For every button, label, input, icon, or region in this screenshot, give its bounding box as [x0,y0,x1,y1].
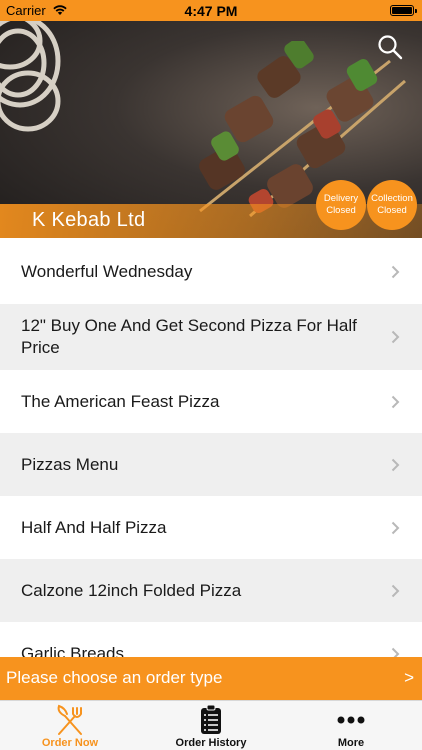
menu-item-label: Garlic Breads [21,643,124,658]
restaurant-banner: K Kebab Ltd Delivery Closed Collection C… [0,21,422,238]
menu-item-calzone-pizza[interactable]: Calzone 12inch Folded Pizza [0,559,422,622]
collection-label: Collection [371,193,413,204]
chevron-right-icon [391,647,400,657]
menu-item-label: Pizzas Menu [21,454,119,474]
chevron-right-icon [391,458,400,471]
order-type-prompt: Please choose an order type [6,668,223,687]
menu-item-garlic-breads[interactable]: Garlic Breads [0,622,422,657]
food-photo [0,21,61,132]
tab-bar: Order Now Order History More [0,700,422,750]
chevron-right-icon [391,395,400,408]
menu-item-half-and-half-pizza[interactable]: Half And Half Pizza [0,496,422,559]
tab-order-history[interactable]: Order History [141,701,281,750]
tab-more-label: More [337,737,365,749]
choose-order-type-bar[interactable]: Please choose an order type > [0,657,422,700]
search-icon [378,35,403,60]
more-dots-icon [337,716,365,724]
menu-item-bogo-pizza[interactable]: 12" Buy One And Get Second Pizza For Hal… [0,304,422,370]
menu-item-label: Wonderful Wednesday [21,261,193,281]
tab-more[interactable]: More [281,701,421,750]
menu-category-list[interactable]: Wonderful Wednesday 12" Buy One And Get … [0,239,422,657]
chevron-right-icon [391,265,400,278]
tab-order-history-label: Order History [175,737,247,749]
clipboard-icon [201,704,221,734]
tab-order-now[interactable]: Order Now [0,701,140,750]
menu-item-label: The American Feast Pizza [21,391,220,411]
chevron-right-icon [391,521,400,534]
clock: 4:47 PM [184,3,238,19]
menu-item-american-feast-pizza[interactable]: The American Feast Pizza [0,370,422,433]
delivery-status: Closed [326,205,356,216]
delivery-label: Delivery [323,193,359,204]
chevron-right-icon [391,584,400,597]
order-type-arrow: > [404,668,414,687]
menu-item-label: 12" Buy One And Get Second Pizza For Hal… [21,316,357,357]
fork-knife-icon [57,704,82,735]
tab-order-now-label: Order Now [41,737,99,749]
menu-item-pizzas-menu[interactable]: Pizzas Menu [0,433,422,496]
menu-item-wonderful-wednesday[interactable]: Wonderful Wednesday [0,239,422,304]
collection-status-badge: Collection Closed [367,180,417,230]
delivery-status-badge: Delivery Closed [316,180,366,230]
menu-item-label: Half And Half Pizza [21,517,167,537]
restaurant-name: K Kebab Ltd [32,209,146,231]
collection-status: Closed [377,205,407,216]
battery-icon [390,5,417,16]
status-bar: Carrier 4:47 PM [0,0,422,21]
search-button[interactable] [376,33,404,61]
menu-item-label: Calzone 12inch Folded Pizza [21,580,242,600]
chevron-right-icon [391,330,400,344]
